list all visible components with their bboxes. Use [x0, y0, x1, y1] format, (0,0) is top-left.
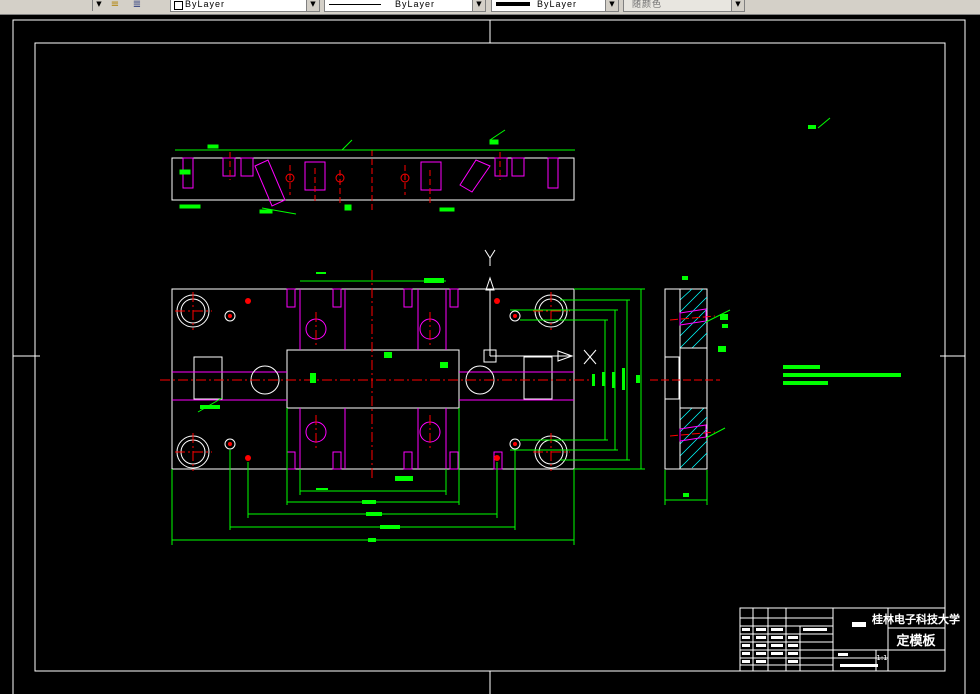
chevron-down-icon[interactable]: ▼ — [472, 0, 485, 11]
plotstyle-combo: 随颜色 ▼ — [623, 0, 745, 12]
part-name: 定模板 — [895, 633, 936, 649]
linetype-combo-value: ByLayer — [395, 0, 436, 9]
school-name: 桂林电子科技大学 — [871, 612, 960, 626]
chevron-down-icon[interactable]: ▼ — [306, 0, 319, 11]
lineweight-combo[interactable]: ByLayer ▼ — [491, 0, 619, 12]
color-combo[interactable]: ByLayer ▼ — [170, 0, 320, 12]
drawing-canvas[interactable]: 桂林电子科技大学 定模板 1:1 — [0, 15, 980, 694]
lineweight-preview-icon — [496, 2, 530, 6]
layer-stack-icon[interactable]: ≣ — [130, 0, 144, 11]
chevron-down-icon[interactable]: ▼ — [92, 0, 105, 11]
color-combo-value: ByLayer — [185, 0, 226, 9]
plotstyle-combo-value: 随颜色 — [632, 0, 663, 9]
color-swatch-icon — [174, 1, 183, 10]
properties-toolbar: ▼ ≡ ≣ ByLayer ▼ ByLayer ▼ ByLayer ▼ 随颜色 … — [0, 0, 980, 15]
lineweight-combo-value: ByLayer — [537, 0, 578, 9]
layer-state-icon[interactable]: ≡ — [108, 0, 122, 11]
linetype-combo[interactable]: ByLayer ▼ — [324, 0, 486, 12]
scale-value: 1:1 — [876, 654, 887, 662]
linetype-preview-icon — [329, 4, 381, 5]
chevron-down-icon[interactable]: ▼ — [605, 0, 618, 11]
chevron-down-icon: ▼ — [731, 0, 744, 11]
